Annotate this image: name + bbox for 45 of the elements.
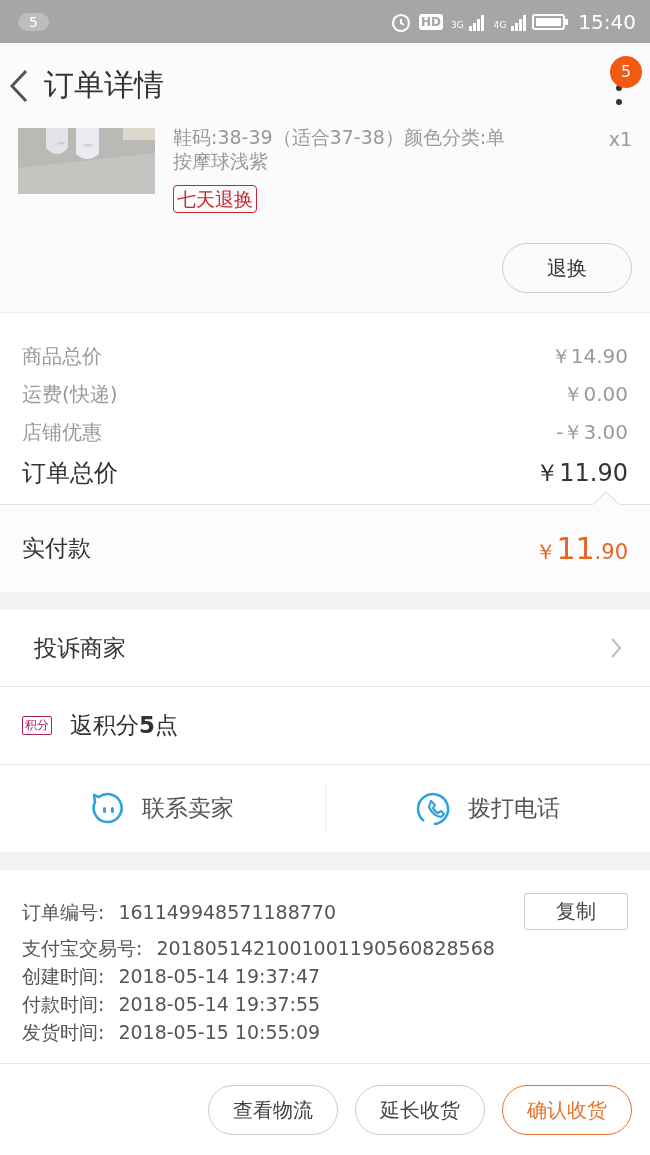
page-title: 订单详情: [44, 66, 165, 104]
signal-icon: [510, 12, 529, 31]
back-icon[interactable]: [8, 67, 30, 104]
price-label: 店铺优惠: [22, 419, 102, 446]
return-exchange-button[interactable]: 退换: [502, 243, 632, 293]
notification-badge: 5: [610, 55, 642, 88]
battery-icon: [532, 12, 569, 31]
hd-icon: HD: [418, 13, 443, 30]
paid-label: 实付款: [22, 534, 91, 563]
phone-icon: [415, 790, 452, 827]
price-value: ￥0.00: [563, 381, 628, 408]
price-value: ￥11.90: [535, 458, 628, 489]
action-button[interactable]: 查看物流: [208, 1085, 338, 1135]
info-value: 2018051421001001190560828568: [156, 936, 495, 961]
info-label: 付款时间:: [22, 992, 105, 1017]
quantity: x1: [608, 128, 632, 150]
info-label: 订单编号:: [22, 900, 105, 925]
product-spec: 鞋码:38-39（适合37-38）颜色分类:单: [173, 128, 506, 146]
info-value: 2018-05-15 10:55:09: [118, 1020, 321, 1045]
signal-icon: [467, 12, 486, 31]
points-badge: 积分: [22, 716, 52, 735]
product-spec: 按摩球浅紫: [173, 149, 268, 174]
price-value: ￥14.90: [550, 343, 628, 370]
info-label: 发货时间:: [22, 1020, 105, 1045]
copy-button[interactable]: 复制: [524, 893, 628, 930]
network-label: 4G: [493, 19, 507, 30]
info-value: 161149948571188770: [118, 900, 336, 925]
price-label: 运费(快递): [22, 381, 118, 408]
info-label: 支付宝交易号:: [22, 936, 143, 961]
price-label: 商品总价: [22, 343, 102, 370]
complaint-row[interactable]: 投诉商家: [0, 610, 650, 687]
info-value: 2018-05-14 19:37:47: [118, 964, 321, 989]
clock-time: 15:40: [578, 9, 636, 34]
return-policy-tag: 七天退换: [173, 185, 257, 213]
paid-amount: ￥11.90: [535, 531, 628, 566]
chevron-right-icon: [610, 637, 622, 659]
complaint-label: 投诉商家: [34, 633, 126, 663]
points-text: 返积分5点: [70, 711, 178, 740]
info-value: 2018-05-14 19:37:55: [118, 992, 321, 1017]
info-label: 创建时间:: [22, 964, 105, 989]
price-value: -￥3.00: [556, 419, 628, 446]
notification-count: 5: [18, 12, 49, 31]
action-button[interactable]: 延长收货: [355, 1085, 485, 1135]
network-label: 3G: [450, 19, 464, 30]
price-label: 订单总价: [22, 458, 118, 489]
